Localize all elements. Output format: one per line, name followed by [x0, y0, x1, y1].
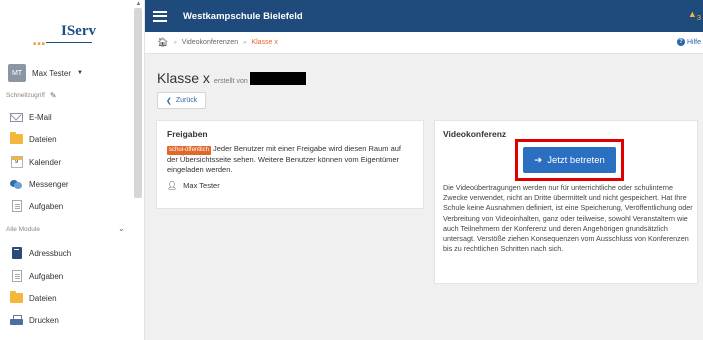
folder-icon [10, 132, 23, 145]
created-by: erstellt von [214, 72, 306, 85]
privacy-notice: Die Videoübertragungen werden nur für un… [443, 183, 693, 254]
help-label: Hilfe [686, 38, 701, 46]
avatar: MT [8, 64, 26, 82]
breadcrumb-separator-icon: » [243, 39, 247, 46]
tasks-icon [10, 270, 23, 282]
notification-count: 3 [696, 12, 701, 22]
top-navbar: Westkampschule Bielefeld ▲3 [145, 0, 703, 32]
join-button[interactable]: ➔ Jetzt betreten [523, 147, 616, 173]
shares-heading: Freigaben [167, 129, 208, 139]
page-title: Klasse x erstellt von [157, 70, 306, 86]
shares-description: schul-öffentlich Jeder Benutzer mit eine… [167, 144, 413, 175]
help-icon: ? [676, 38, 685, 46]
sidebar-item-messenger[interactable]: Messenger [10, 176, 69, 192]
notification-bell-icon[interactable]: ▲3 [688, 9, 701, 22]
calendar-day: 9 [10, 156, 23, 168]
sidebar-item-files[interactable]: Dateien [10, 131, 57, 147]
folder-icon [10, 291, 23, 304]
sidebar-item-email[interactable]: E-Mail [10, 109, 52, 125]
sidebar-item-label: Aufgaben [29, 201, 64, 211]
sidebar-item-print[interactable]: Drucken [10, 312, 59, 328]
breadcrumb: 🏠︎ » Videokonferenzen » Klasse x ? Hilfe [145, 32, 703, 54]
sidebar-item-label: Adressbuch [29, 248, 72, 258]
sidebar-item-calendar[interactable]: 9 Kalender [10, 154, 61, 170]
messenger-icon [10, 178, 23, 190]
sidebar-scrollbar[interactable] [134, 8, 142, 198]
back-button[interactable]: ❮ Zurück [157, 92, 207, 109]
calendar-icon: 9 [10, 156, 23, 168]
help-link[interactable]: ? Hilfe [676, 38, 701, 46]
pencil-icon[interactable]: ✎ [50, 91, 57, 100]
sidebar-item-label: Dateien [29, 134, 57, 144]
owner-row: 👤︎ Max Tester [167, 181, 413, 190]
quick-access-text: Schnellzugriff [6, 92, 45, 99]
arrow-right-icon: ➔ [534, 154, 543, 166]
shares-panel: Freigaben schul-öffentlich Jeder Benutze… [156, 120, 424, 209]
user-name: Max Tester [32, 68, 71, 78]
sidebar-item-files-module[interactable]: Dateien [10, 290, 57, 306]
videoconference-heading: Videokonferenz [443, 129, 507, 139]
school-title: Westkampschule Bielefeld [183, 10, 303, 22]
sidebar-item-label: Messenger [29, 179, 69, 189]
chevron-left-icon: ❮ [166, 97, 172, 105]
sidebar-item-label: Dateien [29, 293, 57, 303]
join-label: Jetzt betreten [547, 154, 605, 166]
home-icon[interactable]: 🏠︎ [157, 37, 168, 48]
iserv-logo[interactable]: ... IServ [32, 22, 96, 49]
logo-dots-icon: ... [32, 33, 46, 49]
tasks-icon [10, 200, 23, 212]
all-modules-label: Alle Module [6, 226, 40, 233]
owner-name: Max Tester [183, 181, 220, 190]
room-name: Klasse x [157, 70, 210, 86]
chevron-down-icon[interactable]: ⌄ [118, 224, 125, 233]
sidebar-item-tasks-module[interactable]: Aufgaben [10, 268, 63, 284]
menu-icon[interactable] [153, 10, 167, 22]
breadcrumb-separator-icon: » [173, 39, 177, 46]
redacted-name [249, 72, 306, 85]
logo-underline [46, 42, 92, 43]
sidebar-item-addressbook[interactable]: Adressbuch [10, 245, 71, 261]
breadcrumb-videokonferenzen[interactable]: Videokonferenzen [182, 39, 238, 46]
videoconference-panel: Videokonferenz ➔ Jetzt betreten Die Vide… [434, 120, 698, 284]
user-menu[interactable]: MT Max Tester ▼ [8, 64, 83, 82]
public-badge: schul-öffentlich [167, 146, 211, 155]
quick-access-label: Schnellzugriff ✎ [6, 91, 57, 100]
sidebar-item-label: Kalender [29, 157, 62, 167]
sidebar-item-label: Aufgaben [29, 271, 64, 281]
join-highlight-frame: ➔ Jetzt betreten [515, 139, 624, 181]
logo-text: IServ [61, 23, 96, 39]
sidebar-item-label: Drucken [29, 315, 59, 325]
sidebar-item-label: E-Mail [29, 112, 52, 122]
mail-icon [10, 111, 23, 123]
all-modules-text: Alle Module [6, 226, 40, 233]
sidebar-item-tasks[interactable]: Aufgaben [10, 198, 63, 214]
scroll-up-arrow-icon[interactable]: ▲ [135, 0, 142, 8]
printer-icon [10, 314, 23, 326]
user-icon: 👤︎ [167, 181, 178, 190]
breadcrumb-current[interactable]: Klasse x [251, 39, 277, 46]
back-label: Zurück [175, 97, 198, 104]
addressbook-icon [10, 247, 23, 259]
caret-down-icon: ▼ [76, 70, 83, 76]
sidebar: ▲ ... IServ MT Max Tester ▼ Schnellzugri… [0, 0, 145, 340]
created-by-label: erstellt von [213, 78, 248, 85]
